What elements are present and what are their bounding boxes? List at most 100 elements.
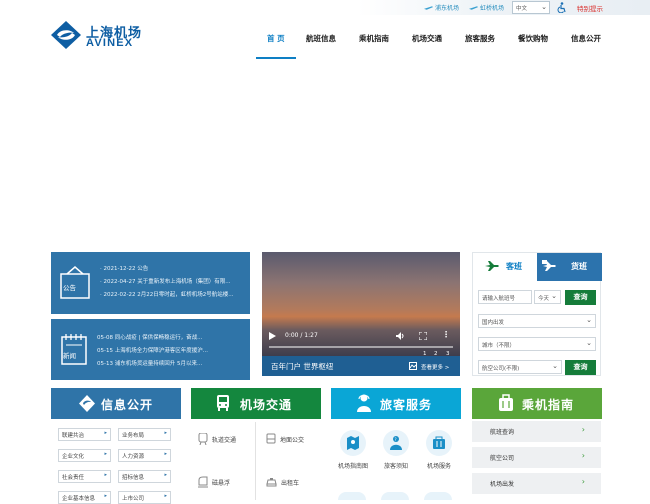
service-person-icon [357, 394, 371, 412]
direction-value: 国内出发 [482, 320, 505, 326]
info-dropdown[interactable]: 业务布局 ▸ [118, 428, 171, 441]
triangle-right-icon: ▸ [164, 451, 167, 457]
guide-item-label: 机场出发 [490, 481, 515, 488]
query-button-2[interactable]: 查询 [565, 360, 596, 375]
info-disclosure-label: 信息公开 [101, 398, 154, 412]
airport-transport-header[interactable]: 机场交通 [191, 388, 321, 419]
flight-query-widget: 客班 货班 请输入航班号 今天 ⌄ 查询 国内出发 ⌄ 城市（不限） ⌄ 航空公… [472, 252, 602, 376]
nav-info-disclosure[interactable]: 信息公开 [571, 33, 601, 44]
transport-item-rail[interactable]: 轨道交通 [198, 433, 236, 445]
chevron-down-icon: ⌄ [552, 362, 558, 370]
video-caption-bar: 百年门户 世界枢纽 查看更多 > [262, 356, 460, 376]
passenger-service-label: 旅客服务 [380, 398, 433, 412]
airline-select[interactable]: 航空公司(不限) ⌄ [478, 360, 562, 374]
guide-item-airlines[interactable]: 航空公司 › [472, 447, 601, 468]
svg-text:?: ? [395, 437, 397, 442]
transport-item-maglev[interactable]: 磁悬浮 [198, 476, 230, 488]
date-select[interactable]: 今天 ⌄ [534, 290, 561, 304]
nav-flight-info[interactable]: 航班信息 [306, 33, 336, 44]
plane-icon [469, 5, 478, 10]
special-notice-link[interactable]: 特别提示 [577, 3, 603, 13]
nav-home[interactable]: 首 页 [267, 33, 285, 44]
info-dropdown[interactable]: 企业文化 ▸ [58, 449, 111, 462]
triangle-right-icon: ▸ [104, 451, 107, 457]
pudong-airport-link[interactable]: 浦东机场 [424, 3, 459, 12]
passenger-info-icon: ? [383, 430, 409, 456]
language-select[interactable]: 中文 ⌄ [512, 1, 550, 14]
boarding-guide-label: 乘机指南 [522, 398, 575, 412]
nav-dining-shopping[interactable]: 餐饮购物 [518, 33, 548, 44]
direction-select[interactable]: 国内出发 ⌄ [478, 314, 596, 328]
chevron-right-icon: › [581, 425, 585, 434]
notice-item[interactable]: · 2022-02-22 2月22日零时起，虹桥机场2号航站楼... [100, 290, 233, 298]
query-button[interactable]: 查询 [565, 290, 596, 305]
site-logo[interactable]: 上海机场 AVINEX [50, 20, 141, 50]
passenger-service-header[interactable]: 旅客服务 [331, 388, 461, 419]
video-progress-track[interactable] [269, 346, 453, 348]
info-dropdown[interactable]: 联建共治 ▸ [58, 428, 111, 441]
video-caption: 百年门户 世界枢纽 [271, 362, 334, 371]
flight-number-input[interactable]: 请输入航班号 [478, 290, 532, 304]
logo-mark-icon [51, 21, 81, 49]
info-dropdown[interactable]: 招标信息 ▸ [118, 470, 171, 483]
info-dropdown[interactable]: 上市公司 ▸ [118, 491, 171, 504]
city-select[interactable]: 城市（不限） ⌄ [478, 337, 596, 351]
service-item-airport-service[interactable]: 机场服务 [420, 430, 458, 470]
nav-boarding-guide[interactable]: 乘机指南 [359, 33, 389, 44]
nav-passenger-service[interactable]: 旅客服务 [465, 33, 495, 44]
fullscreen-icon[interactable] [419, 332, 427, 340]
info-dropdown[interactable]: 社会责任 ▸ [58, 470, 111, 483]
cargo-plane-icon [542, 260, 556, 271]
info-disclosure-header[interactable]: 信息公开 [51, 388, 181, 419]
hongqiao-label: 虹桥机场 [480, 5, 505, 12]
triangle-right-icon: ▸ [164, 493, 167, 499]
play-icon[interactable] [269, 332, 276, 340]
airport-transport-label: 机场交通 [240, 398, 293, 412]
accessibility-icon[interactable] [557, 2, 567, 13]
gallery-icon [409, 362, 417, 370]
notice-item[interactable]: · 2021-12-22 公告 [100, 264, 148, 272]
triangle-right-icon: ▸ [104, 430, 107, 436]
bus-icon [217, 395, 229, 411]
tab-passenger-flight[interactable]: 客班 [473, 253, 537, 281]
news-item[interactable]: 05-13 浦东机场货运量持续回升 5月以来... [97, 359, 202, 367]
triangle-right-icon: ▸ [104, 472, 107, 478]
hongqiao-airport-link[interactable]: 虹桥机场 [469, 3, 504, 12]
news-item[interactable]: 05-15 上海机场全力保障沪港客区年度援沪... [97, 346, 208, 354]
map-icon [340, 430, 366, 456]
info-dropdown-label: 业务布局 [122, 433, 145, 439]
triangle-right-icon: ▸ [164, 430, 167, 436]
info-dropdown[interactable]: 企业基本信息 ▸ [58, 491, 111, 504]
volume-icon[interactable] [396, 332, 404, 340]
more-options-icon[interactable]: ⋮ [442, 330, 450, 339]
guide-item-label: 航空公司 [490, 455, 515, 462]
plane-icon [424, 5, 433, 10]
service-item-map[interactable]: 机场指南图 [334, 430, 372, 470]
video-controls: 0:00 / 1:27 ⋮ 1 2 3 [262, 326, 460, 357]
guide-item-flight-query[interactable]: 航班查询 › [472, 421, 601, 442]
transport-item-taxi[interactable]: 出租车 [266, 476, 299, 488]
transport-item-label: 轨道交通 [212, 436, 237, 444]
view-more-link[interactable]: 查看更多 > [421, 363, 449, 371]
nav-airport-transport[interactable]: 机场交通 [412, 33, 442, 44]
language-value: 中文 [516, 6, 528, 12]
news-panel: 新闻 05-08 同心战疫 | 保供保畅稳运行，奋战... 05-15 上海机场… [51, 319, 250, 380]
guide-item-label: 航班查询 [490, 429, 515, 436]
service-icon-partial [338, 492, 366, 500]
news-item[interactable]: 05-08 同心战疫 | 保供保畅稳运行，奋战... [97, 333, 202, 341]
video-time: 0:00 / 1:27 [285, 332, 318, 339]
service-item-notice[interactable]: ? 旅客须知 [377, 430, 415, 470]
boarding-guide-header[interactable]: 乘机指南 [472, 388, 602, 419]
transport-item-bus[interactable]: 地面公交 [266, 433, 304, 445]
luggage-icon [426, 430, 452, 456]
info-dropdown-label: 社会责任 [62, 475, 85, 481]
guide-item-departure[interactable]: 机场出发 › [472, 473, 601, 494]
plane-icon [485, 261, 499, 271]
notice-panel: 公告 · 2021-12-22 公告 · 2022-04-27 关于重新发布上海… [51, 252, 250, 314]
tab-passenger-label: 客班 [506, 262, 522, 271]
tab-cargo-flight[interactable]: 货班 [537, 253, 602, 281]
taxi-icon [266, 478, 277, 487]
video-player: 0:00 / 1:27 ⋮ 1 2 3 百年门户 世界枢纽 查看更多 > [262, 252, 460, 376]
info-dropdown[interactable]: 人力资源 ▸ [118, 449, 171, 462]
notice-item[interactable]: · 2022-04-27 关于重新发布上海机场（集团）有限... [100, 277, 230, 285]
